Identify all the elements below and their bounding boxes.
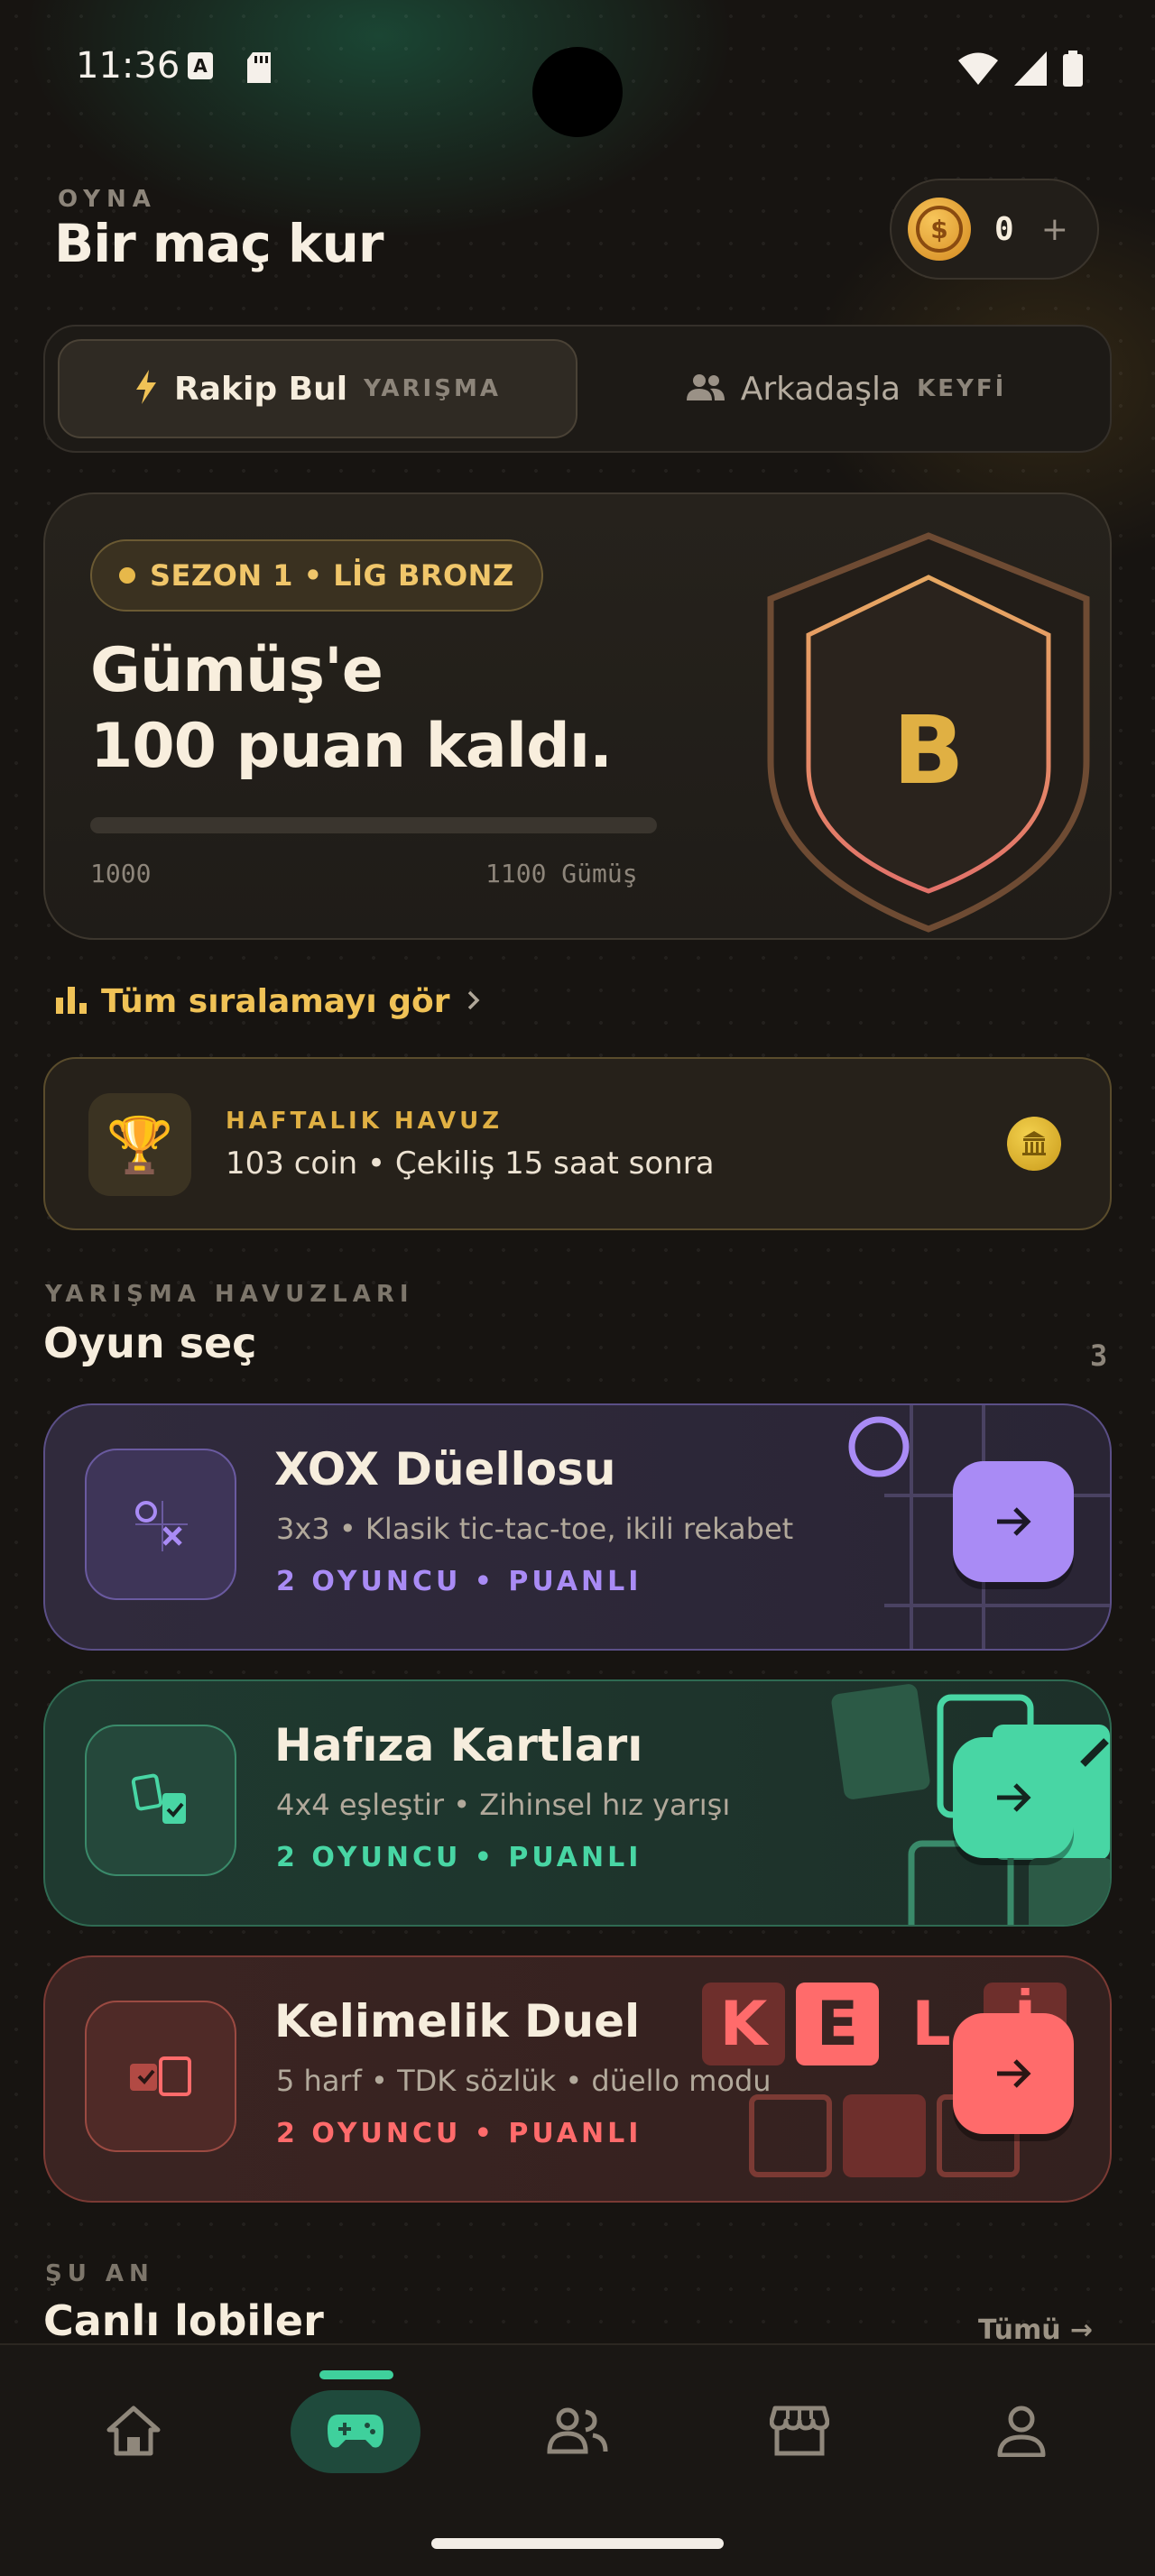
pool-coin-icon [1007, 1117, 1061, 1171]
league-headline: Gümüş'e 100 puan kaldı. [90, 633, 613, 785]
arrow-right-icon [997, 1783, 1031, 1812]
system-home-indicator[interactable] [431, 2538, 724, 2549]
progress-start-label: 1000 [90, 859, 152, 888]
bar-chart-icon [56, 986, 87, 1017]
mode-option-friends[interactable]: Arkadaşla KEYFİ [596, 339, 1097, 438]
arrow-right-icon [997, 1507, 1031, 1536]
add-coins-icon: + [1040, 210, 1068, 248]
game-tag: 2 OYUNCU • PUANLI [276, 1566, 642, 1597]
home-icon [106, 2406, 161, 2456]
play-word-button[interactable] [953, 2013, 1074, 2134]
letter-tile: K [702, 1983, 785, 2065]
play-xox-button[interactable] [953, 1461, 1074, 1582]
shield-letter: B [892, 695, 964, 805]
coin-icon: $ [908, 198, 971, 261]
trophy-icon: 🏆 [88, 1093, 191, 1196]
store-icon [770, 2406, 829, 2456]
weekly-pool-card[interactable] [43, 1057, 1112, 1230]
page-title: Bir maç kur [54, 213, 383, 274]
league-headline-line2: 100 puan kaldı. [90, 711, 613, 782]
mode-option-label: Rakip Bul [174, 370, 348, 408]
progress-end-label: 1100 Gümüş [485, 859, 638, 888]
ranking-link[interactable]: Tüm sıralamayı gör [56, 983, 483, 1020]
wifi-icon [958, 52, 998, 88]
weekly-pool-eyebrow: HAFTALIK HAVUZ [226, 1108, 504, 1135]
coin-balance-button[interactable]: $ 0 + [890, 179, 1099, 280]
league-headline-line1: Gümüş'e [90, 635, 383, 706]
live-section-title: Canlı lobiler [43, 2296, 324, 2345]
game-tag: 2 OYUNCU • PUANLI [276, 2118, 642, 2149]
status-time: 11:36 [76, 45, 180, 87]
battery-icon [1063, 51, 1083, 90]
a-notification-icon: A [188, 52, 213, 79]
game-card-xox[interactable]: XOX Düellosu 3x3 • Klasik tic-tac-toe, i… [43, 1403, 1112, 1651]
nav-friends[interactable] [514, 2390, 641, 2471]
games-section-eyebrow: YARIŞMA HAVUZLARI [45, 1281, 414, 1308]
header-eyebrow: OYNA [58, 186, 157, 213]
season-dot [119, 567, 135, 584]
profile-icon [997, 2406, 1046, 2457]
nav-store[interactable] [736, 2390, 863, 2471]
game-tag: 2 OYUNCU • PUANLI [276, 1842, 642, 1873]
empty-tile [843, 2094, 926, 2177]
gamepad-icon [328, 2415, 383, 2448]
game-title: Hafıza Kartları [274, 1719, 643, 1771]
see-all-lobbies-link[interactable]: Tümü → [978, 2314, 1093, 2346]
xox-game-icon [85, 1449, 236, 1600]
nav-games[interactable] [292, 2390, 419, 2471]
game-subtitle: 4x4 eşleştir • Zihinsel hız yarışı [276, 1788, 731, 1822]
mode-option-label: Arkadaşla [740, 370, 901, 408]
arrow-right-icon [997, 2059, 1031, 2088]
live-section-eyebrow: ŞU AN [45, 2260, 154, 2287]
svg-text:$: $ [930, 215, 947, 244]
season-badge-label: SEZON 1 • LİG BRONZ [150, 558, 514, 593]
league-progress-track [90, 817, 657, 833]
nav-active-indicator [319, 2370, 393, 2379]
mode-option-competitive[interactable]: Rakip Bul YARIŞMA [58, 339, 578, 438]
nav-home[interactable] [70, 2390, 197, 2471]
game-subtitle: 3x3 • Klasik tic-tac-toe, ikili rekabet [276, 1512, 794, 1546]
game-card-memory[interactable]: Hafıza Kartları 4x4 eşleştir • Zihinsel … [43, 1679, 1112, 1927]
game-subtitle: 5 harf • TDK sözlük • düello modu [276, 2064, 772, 2098]
signal-icon [1014, 51, 1047, 89]
game-card-word[interactable]: K E L İ Kelimelik Duel 5 harf • TDK sözl… [43, 1955, 1112, 2203]
bolt-icon [134, 370, 158, 408]
game-title: Kelimelik Duel [274, 1995, 641, 2047]
play-memory-button[interactable] [953, 1737, 1074, 1858]
chevron-right-icon [465, 987, 483, 1017]
nav-profile[interactable] [958, 2390, 1085, 2471]
weekly-pool-text: 103 coin • Çekiliş 15 saat sonra [226, 1145, 715, 1182]
word-game-icon [85, 2001, 236, 2152]
season-badge: SEZON 1 • LİG BRONZ [90, 539, 543, 612]
front-camera [532, 47, 623, 137]
games-section-title: Oyun seç [43, 1319, 257, 1367]
mode-option-tag: YARIŞMA [364, 375, 501, 402]
coin-balance: 0 [994, 210, 1014, 248]
bronze-shield-icon: B [760, 529, 1097, 940]
sd-card-icon [245, 52, 273, 87]
people-icon [686, 373, 725, 404]
games-count: 3 [1090, 1339, 1108, 1373]
memory-game-icon [85, 1725, 236, 1876]
mode-option-tag: KEYFİ [917, 375, 1007, 402]
ranking-link-label: Tüm sıralamayı gör [101, 983, 450, 1020]
game-title: XOX Düellosu [274, 1443, 616, 1495]
letter-tile: E [796, 1983, 879, 2065]
empty-tile [749, 2094, 832, 2177]
friends-icon [547, 2407, 608, 2454]
